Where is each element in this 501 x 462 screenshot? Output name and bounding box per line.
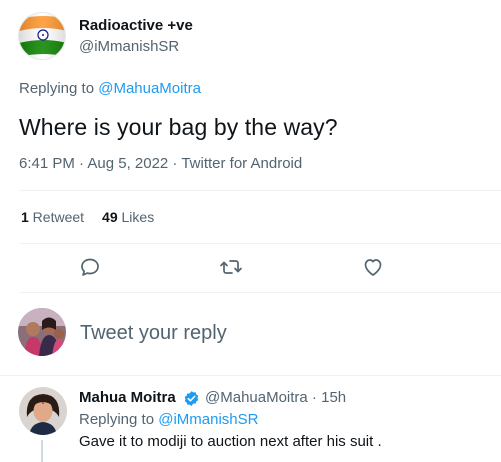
reply-author-avatar[interactable] bbox=[19, 387, 67, 435]
retweets-label: Retweet bbox=[28, 209, 85, 225]
reply-replying-to-line: Replying to @iMmanishSR bbox=[79, 411, 258, 428]
like-button[interactable] bbox=[361, 255, 385, 279]
likes-stat[interactable]: 49 Likes bbox=[102, 209, 154, 225]
retweets-count: 1 bbox=[21, 209, 29, 225]
reply-text: Gave it to modiji to auction next after … bbox=[79, 433, 382, 450]
retweet-button[interactable] bbox=[219, 255, 243, 279]
reply-icon bbox=[81, 258, 99, 276]
current-user-avatar[interactable] bbox=[18, 308, 66, 356]
replying-to-link[interactable]: @MahuaMoitra bbox=[98, 80, 201, 97]
reply-input[interactable]: Tweet your reply bbox=[80, 322, 227, 345]
reply-replying-to-link[interactable]: @iMmanishSR bbox=[158, 411, 258, 428]
user-photo-image bbox=[18, 308, 66, 356]
thread-line bbox=[41, 440, 43, 462]
reply-author-photo-image bbox=[19, 387, 67, 435]
tweet-stats: 1 Retweet 49 Likes bbox=[21, 209, 154, 225]
like-icon bbox=[364, 259, 382, 276]
retweet-icon bbox=[220, 260, 242, 274]
likes-count: 49 bbox=[102, 209, 118, 225]
divider bbox=[19, 190, 501, 191]
tweet-meta[interactable]: 6:41 PM · Aug 5, 2022 · Twitter for Andr… bbox=[19, 155, 302, 172]
replying-to-line: Replying to @MahuaMoitra bbox=[19, 80, 201, 97]
author-name[interactable]: Radioactive +ve bbox=[79, 17, 193, 34]
likes-label: Likes bbox=[117, 209, 155, 225]
divider bbox=[19, 243, 501, 244]
replying-to-prefix: Replying to bbox=[19, 80, 99, 97]
author-handle[interactable]: @iMmanishSR bbox=[79, 38, 179, 55]
reply-author-handle[interactable]: @MahuaMoitra · 15h bbox=[205, 389, 346, 406]
reply-author-name[interactable]: Mahua Moitra bbox=[79, 389, 176, 406]
divider bbox=[0, 375, 501, 376]
tweet-text: Where is your bag by the way? bbox=[19, 114, 338, 140]
india-flag-avatar-image bbox=[19, 13, 65, 59]
reply-button[interactable] bbox=[78, 255, 102, 279]
divider bbox=[19, 292, 501, 293]
author-avatar[interactable] bbox=[18, 12, 66, 60]
retweets-stat[interactable]: 1 Retweet bbox=[21, 209, 84, 225]
reply-replying-to-prefix: Replying to bbox=[79, 411, 159, 428]
verified-badge-icon bbox=[184, 391, 199, 406]
